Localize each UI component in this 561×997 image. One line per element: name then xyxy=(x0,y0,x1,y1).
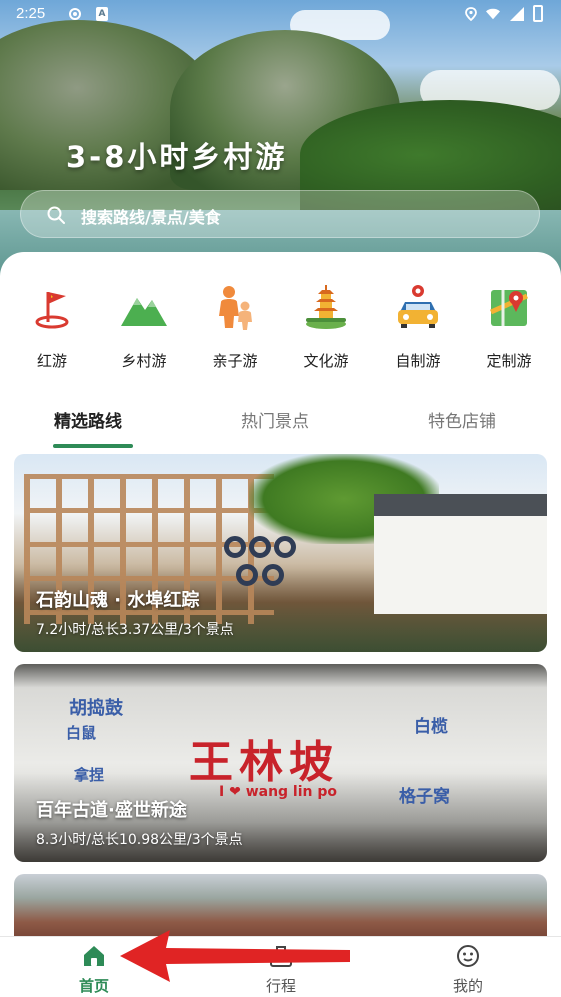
category-label: 文化游 xyxy=(303,352,349,370)
hero-title: 3-8小时乡村游 xyxy=(66,140,288,174)
pagoda-icon xyxy=(306,285,346,329)
category-label: 乡村游 xyxy=(121,352,167,370)
card-image-wall-text: 格子窝 xyxy=(399,787,450,807)
category-label: 亲子游 xyxy=(212,352,258,370)
category-custom-tour[interactable]: 定制游 xyxy=(469,282,549,371)
status-time: 2:25 xyxy=(16,5,46,22)
card-image-tire xyxy=(236,564,258,586)
content-sheet: 红游 乡村游 亲子游 文化游 自制游 定制游 精选路线 热门景点 特色店铺 石韵… xyxy=(0,252,561,994)
location-status-icon xyxy=(465,7,477,21)
tab-special-shops[interactable]: 特色店铺 xyxy=(428,407,496,432)
route-card[interactable]: 石韵山魂 · 水埠红踪 7.2小时/总长3.37公里/3个景点 xyxy=(14,454,547,652)
red-flag-icon xyxy=(35,292,69,329)
car-icon xyxy=(398,285,438,328)
category-family-tour[interactable]: 亲子游 xyxy=(195,282,275,371)
category-self-tour[interactable]: 自制游 xyxy=(378,282,458,371)
route-card-subtitle: 8.3小时/总长10.98公里/3个景点 xyxy=(36,832,243,848)
settings-status-icon xyxy=(69,8,81,20)
annotation-arrow-icon xyxy=(120,930,350,982)
category-label: 定制游 xyxy=(486,352,532,370)
mountain-icon xyxy=(121,298,167,326)
smiley-icon xyxy=(457,945,479,967)
card-image-wall-text: 拿捏 xyxy=(74,766,105,784)
search-bar[interactable]: 搜索路线/景点/美食 xyxy=(20,190,540,238)
search-icon xyxy=(47,206,65,224)
tab-hot-spots[interactable]: 热门景点 xyxy=(241,407,309,432)
map-icon xyxy=(489,290,529,326)
route-card-title: 百年古道·盛世新途 xyxy=(36,800,187,821)
nav-label: 我的 xyxy=(452,977,483,995)
card-image-signage: 王林坡 xyxy=(189,737,339,788)
wifi-status-icon xyxy=(486,8,500,20)
card-image-wall-text: 白鼠 xyxy=(66,724,97,742)
battery-status-icon xyxy=(533,5,543,22)
category-row: 红游 乡村游 亲子游 文化游 自制游 定制游 xyxy=(0,282,561,382)
family-icon xyxy=(219,286,252,330)
card-image-wall-text: 白榄 xyxy=(414,717,448,737)
card-image-tire xyxy=(262,564,284,586)
card-image-tire xyxy=(224,536,246,558)
card-image-signage-sub: I ❤ wang lin po xyxy=(219,784,338,800)
route-card-subtitle: 7.2小时/总长3.37公里/3个景点 xyxy=(36,622,234,638)
signal-status-icon xyxy=(510,7,524,21)
home-icon xyxy=(84,946,104,966)
status-bar: 2:25 A xyxy=(0,0,561,30)
route-card[interactable]: 胡捣鼓 白鼠 白榄 格子窝 拿捏 王林坡 I ❤ wang lin po 百年古… xyxy=(14,664,547,862)
category-rural-tour[interactable]: 乡村游 xyxy=(104,282,184,371)
a-status-icon: A xyxy=(96,7,108,21)
route-card-title: 石韵山魂 · 水埠红踪 xyxy=(36,590,200,611)
category-culture-tour[interactable]: 文化游 xyxy=(286,282,366,371)
category-red-tour[interactable]: 红游 xyxy=(12,282,92,371)
nav-profile[interactable]: 我的 xyxy=(428,943,508,996)
card-image-wall-text: 胡捣鼓 xyxy=(69,698,123,719)
card-image-tire xyxy=(274,536,296,558)
tab-featured-routes[interactable]: 精选路线 xyxy=(54,407,122,432)
card-image-house xyxy=(374,494,547,614)
active-tab-indicator xyxy=(53,444,133,448)
card-image-tire xyxy=(249,536,271,558)
search-placeholder: 搜索路线/景点/美食 xyxy=(81,208,221,227)
category-label: 自制游 xyxy=(395,352,441,370)
category-label: 红游 xyxy=(36,352,67,370)
